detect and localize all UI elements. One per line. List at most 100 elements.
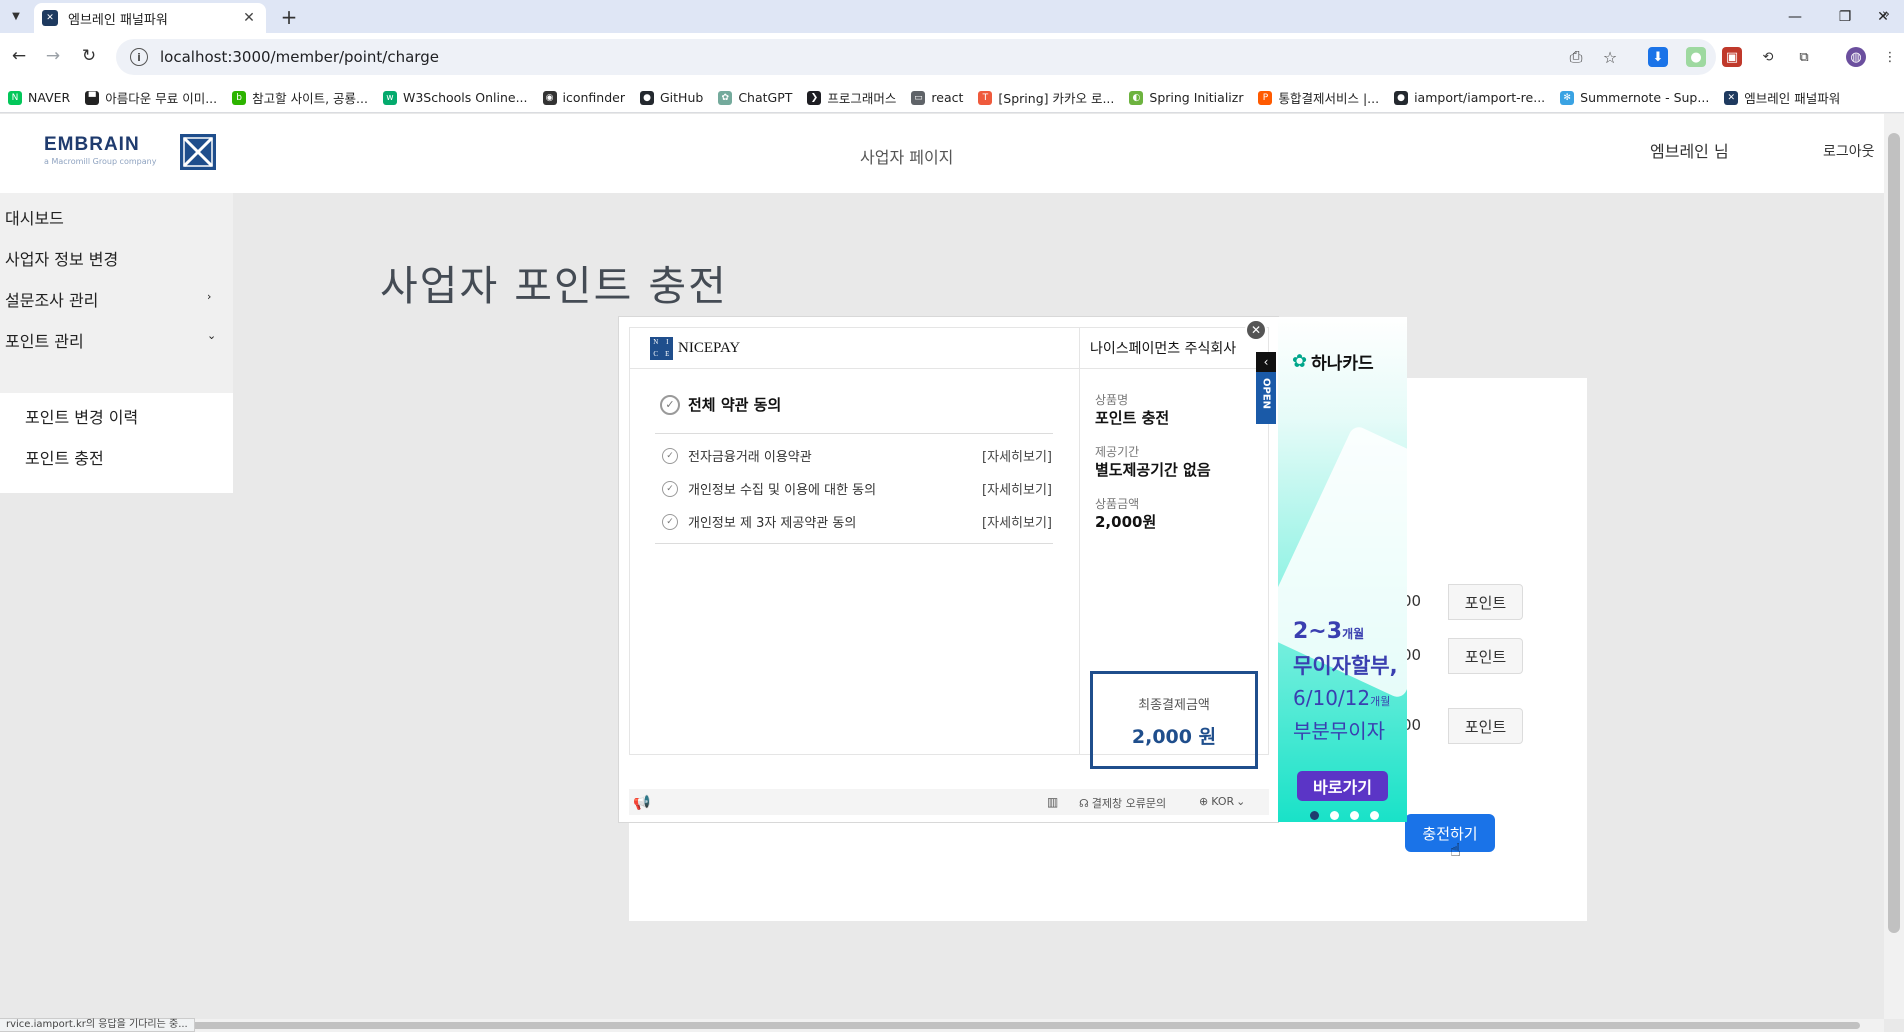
bookmark-label: Spring Initializr — [1149, 90, 1244, 105]
term-row[interactable]: ✓ 개인정보 제 3자 제공약관 동의 [자세히보기] — [662, 512, 1052, 531]
sidebar-item-survey[interactable]: 설문조사 관리 — [5, 287, 98, 311]
chevron-left-icon: ‹ — [1256, 352, 1276, 372]
term-label: 전자금융거래 이용약관 — [688, 450, 812, 465]
browser-tab-active[interactable]: ✕ 엠브레인 패널파워 ✕ — [34, 3, 266, 33]
layout-toggle-icon[interactable]: ▥ — [1047, 795, 1058, 809]
sidebar-subitem-point-charge[interactable]: 포인트 충전 — [25, 445, 104, 469]
bookmark-item[interactable]: b 참고할 사이트, 공룡... — [232, 88, 368, 107]
term-row[interactable]: ✓ 개인정보 수집 및 이용에 대한 동의 [자세히보기] — [662, 479, 1052, 498]
page-header-title: 사업자 페이지 — [860, 148, 954, 167]
bookmark-item[interactable]: ✿ ChatGPT — [718, 90, 792, 105]
banner-pagination — [1310, 811, 1390, 820]
vertical-scrollbar[interactable] — [1884, 114, 1904, 1019]
chevron-right-icon: › — [207, 290, 212, 303]
tab-search-chevron-icon[interactable]: ▼ — [4, 4, 28, 28]
open-label: OPEN — [1260, 378, 1272, 410]
bookmark-item[interactable]: P 통합결제서비스 |... — [1258, 88, 1379, 107]
page-title: 사업자 포인트 충전 — [380, 262, 728, 310]
extensions-puzzle-icon[interactable]: ⧉ — [1794, 47, 1814, 67]
minimize-icon[interactable]: — — [1770, 0, 1820, 33]
megaphone-icon[interactable]: 📢 — [633, 795, 650, 811]
sidebar-item-dashboard[interactable]: 대시보드 — [5, 205, 64, 229]
open-banner-toggle[interactable]: ‹ OPEN — [1256, 352, 1276, 424]
bookmark-favicon-icon: ◉ — [542, 90, 557, 105]
logout-link[interactable]: 로그아웃 — [1823, 141, 1875, 161]
bookmark-label: 아름다운 무료 이미... — [105, 91, 218, 106]
bookmark-item[interactable]: ❯ 프로그래머스 — [807, 88, 896, 107]
bookmark-favicon-icon: b — [232, 90, 247, 105]
bookmark-item[interactable]: ▀ 아름다운 무료 이미... — [85, 88, 217, 107]
bookmark-item[interactable]: ● iamport/iamport-re... — [1394, 90, 1545, 105]
bookmark-star-icon[interactable]: ☆ — [1600, 47, 1620, 67]
bookmark-item[interactable]: ◐ Spring Initializr — [1129, 90, 1243, 105]
bookmark-label: iamport/iamport-re... — [1414, 90, 1546, 105]
user-name: 엠브레인 님 — [1650, 142, 1729, 161]
tab-close-icon[interactable]: ✕ — [240, 10, 258, 26]
bookmark-item[interactable]: T [Spring] 카카오 로... — [978, 88, 1114, 107]
point-unit-label: 포인트 — [1448, 584, 1523, 620]
sidebar-item-business-info[interactable]: 사업자 정보 변경 — [5, 246, 118, 270]
browser-menu-kebab-icon[interactable]: ⋮ — [1880, 47, 1900, 67]
chevron-down-icon: ⌄ — [1236, 795, 1246, 808]
pagination-dot[interactable] — [1370, 811, 1379, 820]
hanacard-ad-banner[interactable]: ✿ 하나카드 2~3개월 무이자할부, 6/10/12개월 부분무이자 바로가기 — [1278, 317, 1407, 822]
bookmark-item[interactable]: ✕ 엠브레인 패널파워 — [1724, 88, 1840, 107]
address-bar[interactable]: i localhost:3000/member/point/charge — [116, 39, 1716, 75]
bookmark-favicon-icon: ● — [640, 90, 654, 105]
term-detail-link[interactable]: [자세히보기] — [982, 446, 1052, 465]
banner-text-line4: 부분무이자 — [1293, 719, 1385, 743]
install-app-icon[interactable]: ⎙ — [1566, 47, 1586, 67]
bookmark-item[interactable]: N NAVER — [8, 90, 70, 105]
language-selector[interactable]: ⊕ KOR ⌄ — [1199, 795, 1245, 808]
popup-close-icon[interactable]: ✕ — [1245, 319, 1267, 341]
bookmark-label: NAVER — [28, 90, 71, 105]
point-option-row[interactable]: 00 포인트 — [1402, 584, 1523, 620]
window-close-icon[interactable]: ✕ — [1858, 0, 1904, 33]
term-detail-link[interactable]: [자세히보기] — [982, 479, 1052, 498]
download-extension-icon[interactable]: ⬇ — [1648, 47, 1668, 67]
popup-footer: 📢 ▥ ☊ 결제창 오류문의 ⊕ KOR ⌄ — [629, 789, 1269, 815]
scrollbar-thumb[interactable] — [20, 1022, 1860, 1029]
divider — [655, 433, 1053, 434]
bookmark-favicon-icon: ❯ — [807, 90, 822, 105]
point-option-row[interactable]: 00 포인트 — [1402, 708, 1523, 744]
reload-icon[interactable]: ↻ — [74, 41, 104, 71]
point-option-row[interactable]: 00 포인트 — [1402, 638, 1523, 674]
bookmarks-overflow-chevron-icon[interactable]: » — [1882, 7, 1890, 22]
bookmark-item[interactable]: ✻ Summernote - Sup... — [1560, 90, 1709, 105]
new-tab-plus-icon[interactable]: + — [277, 5, 301, 29]
red-extension-icon[interactable]: ▣ — [1722, 47, 1742, 67]
globe-icon: ⊕ — [1199, 795, 1209, 808]
site-info-icon[interactable]: i — [130, 48, 148, 66]
final-amount-value: 2,000 원 — [1131, 726, 1217, 748]
pagination-dot[interactable] — [1310, 811, 1319, 820]
error-inquiry-link[interactable]: ☊ 결제창 오류문의 — [1079, 795, 1166, 811]
term-row[interactable]: ✓ 전자금융거래 이용약관 [자세히보기] — [662, 446, 1052, 465]
bookmark-item[interactable]: ● GitHub — [640, 90, 703, 105]
colorzilla-extension-icon[interactable]: ● — [1686, 47, 1706, 67]
status-bar: rvice.iamport.kr의 응답을 기다리는 중... — [0, 1018, 195, 1032]
point-unit-label: 포인트 — [1448, 708, 1523, 744]
bookmark-label: Summernote - Sup... — [1580, 90, 1710, 105]
scrollbar-thumb[interactable] — [1888, 133, 1900, 933]
sidebar-item-points[interactable]: 포인트 관리 — [5, 328, 84, 352]
bookmark-item[interactable]: ▭ react — [911, 90, 963, 105]
bookmark-item[interactable]: ◉ iconfinder — [542, 90, 625, 105]
agree-all-checkbox[interactable]: ✓ 전체 약관 동의 — [660, 394, 781, 415]
term-detail-link[interactable]: [자세히보기] — [982, 512, 1052, 531]
term-label: 개인정보 수집 및 이용에 대한 동의 — [688, 483, 877, 498]
back-arrow-icon[interactable]: ← — [4, 41, 34, 71]
history-extension-icon[interactable]: ⟲ — [1758, 47, 1778, 67]
term-label: 개인정보 제 3자 제공약관 동의 — [688, 516, 857, 531]
embrain-logo[interactable]: EMBRAIN a Macromill Group company — [44, 134, 219, 176]
sidebar-subitem-point-history[interactable]: 포인트 변경 이력 — [25, 404, 138, 428]
profile-avatar-icon[interactable]: ◍ — [1846, 47, 1866, 67]
forward-arrow-icon[interactable]: → — [38, 41, 68, 71]
banner-go-button[interactable]: 바로가기 — [1297, 771, 1388, 801]
pagination-dot[interactable] — [1350, 811, 1359, 820]
check-circle-icon: ✓ — [662, 447, 678, 464]
bookmark-item[interactable]: w W3Schools Online... — [382, 90, 528, 105]
nicepay-logo-icon: NI CE — [650, 337, 673, 360]
pagination-dot[interactable] — [1330, 811, 1339, 820]
horizontal-scrollbar[interactable] — [0, 1019, 1884, 1032]
